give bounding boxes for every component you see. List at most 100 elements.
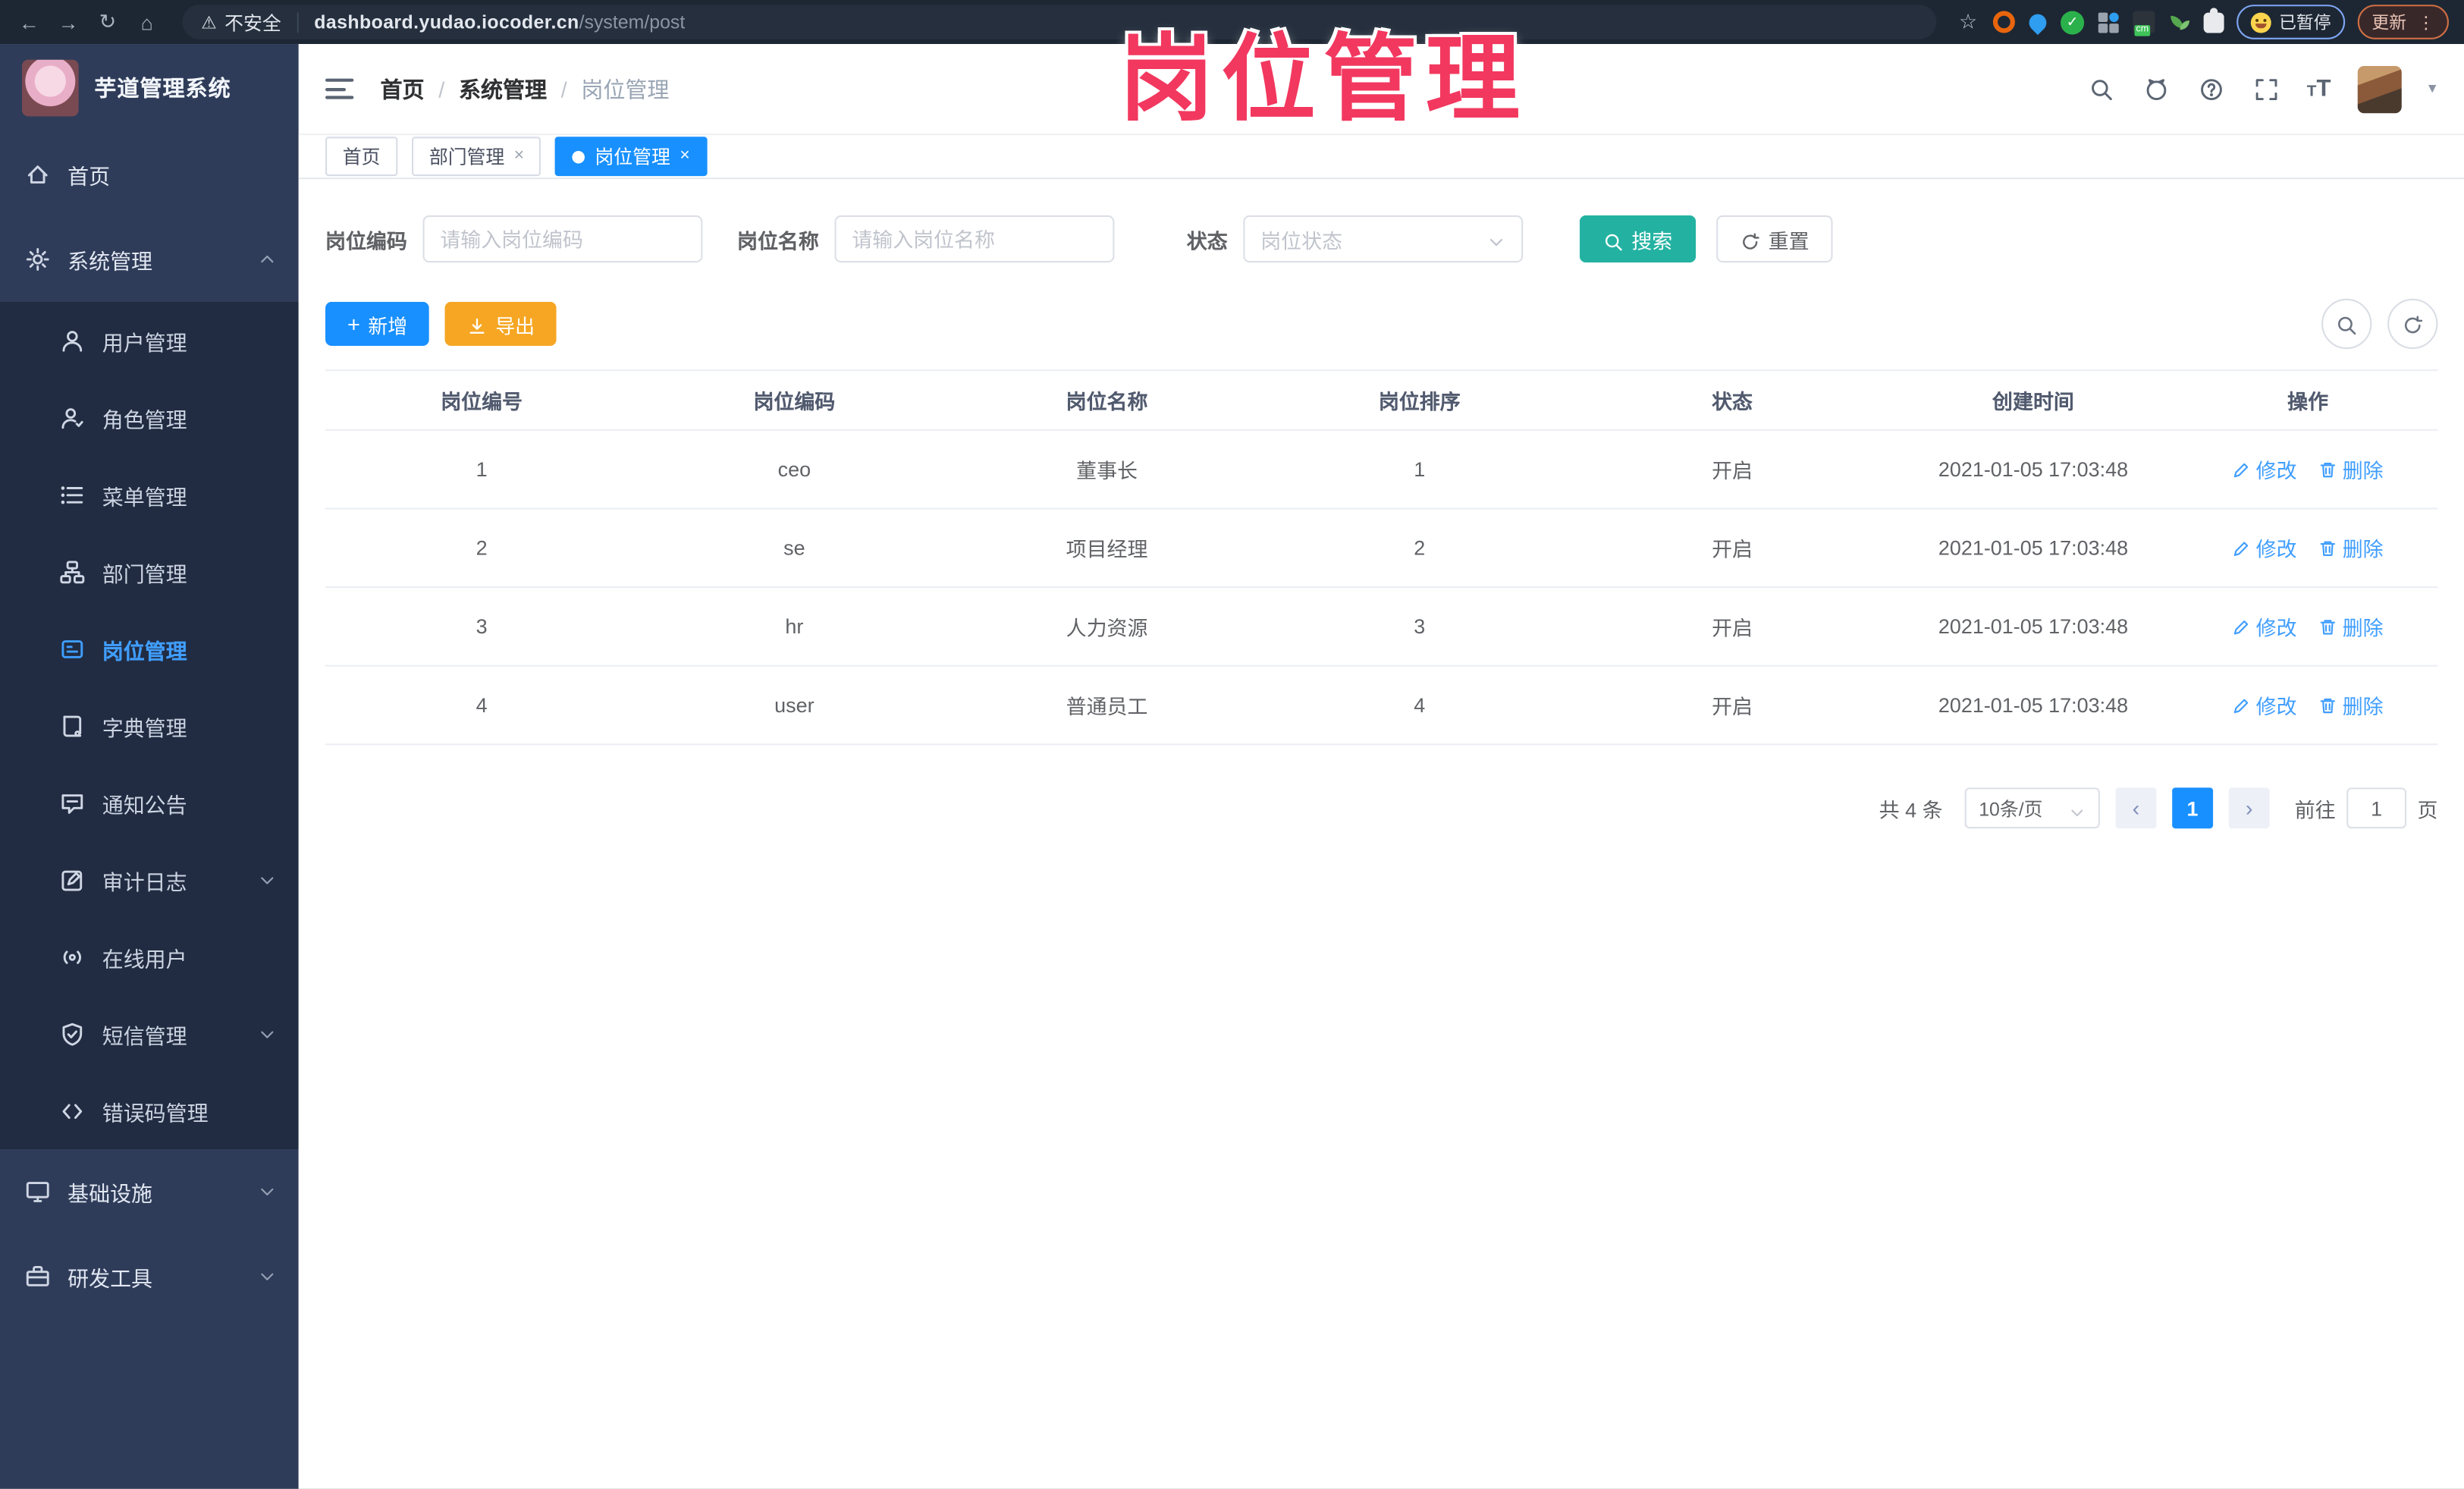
- delete-link[interactable]: 删除: [2319, 533, 2384, 563]
- paused-badge[interactable]: 已暂停: [2236, 5, 2346, 39]
- tabs-bar: 首页 部门管理 × 岗位管理 ×: [298, 135, 2464, 180]
- table-row: 4 user 普通员工 4 开启 2021-01-05 17:03:48 修改 删除: [325, 665, 2438, 746]
- sidebar-item-system[interactable]: 系统管理: [0, 217, 299, 302]
- sidebar-item-infra[interactable]: 基础设施: [0, 1149, 299, 1234]
- bookmark-star-icon[interactable]: ☆: [1959, 9, 1977, 34]
- delete-link[interactable]: 删除: [2319, 690, 2384, 720]
- reset-button[interactable]: 重置: [1716, 215, 1833, 263]
- extension-leaf-icon[interactable]: [2169, 12, 2189, 33]
- edit-link[interactable]: 修改: [2233, 690, 2297, 720]
- post-code-input[interactable]: [422, 215, 703, 263]
- refresh-button[interactable]: [2387, 298, 2438, 350]
- dept-icon: [60, 559, 85, 584]
- sidebar: 芋道管理系统 首页 系统管理 用户管理 角色管理 菜单管理 部门管理 岗位管理 字典管理 通知公…: [0, 44, 299, 1489]
- edit-link[interactable]: 修改: [2233, 611, 2297, 641]
- tab-首页[interactable]: 首页: [325, 137, 398, 177]
- sidebar-item-sms[interactable]: 短信管理: [0, 995, 299, 1073]
- close-tab-icon[interactable]: ×: [514, 147, 524, 165]
- extension-orange-icon[interactable]: [1992, 11, 2015, 33]
- sidebar-item-online[interactable]: 在线用户: [0, 918, 299, 995]
- sidebar-item-home[interactable]: 首页: [0, 132, 299, 217]
- breadcrumb-item[interactable]: 首页: [381, 73, 425, 104]
- edit-pencil-icon: [2233, 617, 2252, 636]
- forward-icon[interactable]: →: [55, 10, 82, 33]
- cell-status: 开启: [1575, 665, 1889, 746]
- page-size-select[interactable]: 10条/页: [1964, 787, 2100, 829]
- extension-pin-icon[interactable]: [2025, 9, 2051, 35]
- back-icon[interactable]: ←: [16, 10, 42, 33]
- status-label: 状态: [1186, 228, 1228, 253]
- sidebar-item-audit[interactable]: 审计日志: [0, 841, 299, 919]
- address-bar[interactable]: ⚠ 不安全 dashboard.yudao.iocoder.cn /system…: [182, 5, 1938, 39]
- goto-page-input[interactable]: [2346, 787, 2406, 829]
- extension-check-icon[interactable]: ✓: [2061, 10, 2085, 34]
- avatar[interactable]: [2357, 65, 2402, 113]
- kebab-menu-icon[interactable]: ⋮: [2418, 12, 2435, 33]
- table-toolbar: + 新增 导出: [325, 298, 2438, 350]
- table-row: 2 se 项目经理 2 开启 2021-01-05 17:03:48 修改 删除: [325, 508, 2438, 589]
- search-icon: [1603, 229, 1624, 250]
- cell-code: user: [638, 665, 951, 746]
- code-icon: [60, 1098, 85, 1123]
- extension-grid-icon[interactable]: [2098, 11, 2119, 33]
- tab-部门管理[interactable]: 部门管理 ×: [412, 137, 541, 177]
- status-select[interactable]: 岗位状态: [1243, 215, 1524, 263]
- home-icon[interactable]: ⌂: [133, 10, 160, 33]
- current-page[interactable]: 1: [2172, 787, 2214, 829]
- column-header: 岗位编号: [325, 370, 639, 431]
- sidebar-item-roles[interactable]: 角色管理: [0, 379, 299, 456]
- sidebar-section-top: 首页系统管理: [0, 132, 299, 302]
- extensions-puzzle-icon[interactable]: [2203, 7, 2224, 33]
- breadcrumb-item[interactable]: 系统管理: [459, 73, 547, 104]
- extension-cm-icon[interactable]: [2133, 11, 2155, 36]
- next-page-button[interactable]: ›: [2228, 787, 2270, 829]
- close-tab-icon[interactable]: ×: [680, 147, 689, 165]
- search-button[interactable]: 搜索: [1579, 215, 1697, 263]
- sidebar-item-devtools[interactable]: 研发工具: [0, 1234, 299, 1319]
- column-header: 状态: [1575, 370, 1889, 431]
- infra-icon: [25, 1179, 50, 1204]
- edit-link[interactable]: 修改: [2233, 454, 2297, 484]
- cell-name: 人力资源: [950, 587, 1263, 667]
- post-name-input[interactable]: [834, 215, 1115, 263]
- search-icon[interactable]: [2087, 74, 2115, 102]
- page-content: 岗位编码 岗位名称 状态 岗位状态: [298, 179, 2464, 1489]
- security-label[interactable]: 不安全: [224, 8, 281, 35]
- fullscreen-icon[interactable]: [2252, 74, 2280, 102]
- cell-created: 2021-01-05 17:03:48: [1888, 508, 2178, 589]
- chevron-down-icon: [258, 1267, 277, 1286]
- update-button[interactable]: 更新 ⋮: [2357, 5, 2449, 39]
- breadcrumb-item: 岗位管理: [581, 76, 670, 102]
- help-icon[interactable]: [2197, 74, 2225, 102]
- sidebar-item-depts[interactable]: 部门管理: [0, 533, 299, 611]
- cell-no: 1: [325, 429, 639, 510]
- export-button[interactable]: 导出: [444, 301, 557, 346]
- sidebar-item-notice[interactable]: 通知公告: [0, 764, 299, 841]
- cell-name: 项目经理: [950, 508, 1263, 589]
- search-toggle-button[interactable]: [2321, 298, 2372, 350]
- sidebar-section-bottom: 基础设施 研发工具: [0, 1149, 299, 1319]
- user-icon: [60, 328, 85, 353]
- tab-岗位管理[interactable]: 岗位管理 ×: [555, 137, 708, 177]
- delete-link[interactable]: 删除: [2319, 611, 2384, 641]
- font-size-icon[interactable]: TT: [2307, 77, 2331, 101]
- extension-icons: ✓: [1992, 7, 2224, 36]
- edit-link[interactable]: 修改: [2233, 533, 2297, 563]
- caret-down-icon[interactable]: ▾: [2428, 80, 2436, 98]
- breadcrumb: 首页 / 系统管理 / 岗位管理: [381, 73, 2087, 104]
- sidebar-item-errcode[interactable]: 错误码管理: [0, 1072, 299, 1149]
- reload-icon[interactable]: ↻: [94, 9, 121, 34]
- github-icon[interactable]: [2142, 74, 2170, 102]
- sidebar-item-label: 系统管理: [67, 250, 153, 274]
- cell-no: 2: [325, 508, 639, 589]
- add-button[interactable]: + 新增: [325, 301, 430, 346]
- hamburger-icon[interactable]: [325, 78, 354, 99]
- sidebar-item-users[interactable]: 用户管理: [0, 302, 299, 379]
- posts-table: 岗位编号 岗位编码 岗位名称 岗位排序 状态 创建时间 操作 1 ceo 董事长 1 开启 2021-…: [325, 369, 2438, 746]
- active-tab-dot: [573, 149, 585, 163]
- prev-page-button[interactable]: ‹: [2115, 787, 2157, 829]
- sidebar-item-posts[interactable]: 岗位管理: [0, 610, 299, 687]
- sidebar-item-menus[interactable]: 菜单管理: [0, 456, 299, 533]
- sidebar-item-dict[interactable]: 字典管理: [0, 687, 299, 765]
- delete-link[interactable]: 删除: [2319, 454, 2384, 484]
